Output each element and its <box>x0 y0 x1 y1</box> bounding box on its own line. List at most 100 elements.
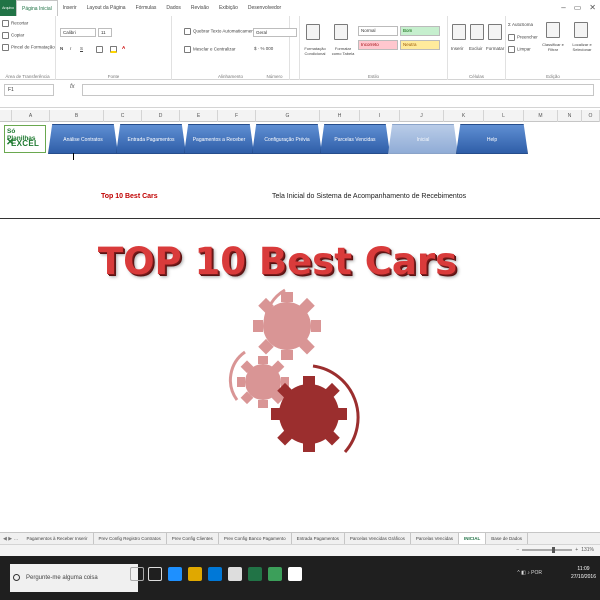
column-header[interactable]: C <box>104 110 142 122</box>
minimize-icon[interactable]: – <box>561 3 565 12</box>
tab-review[interactable]: Revisão <box>186 0 214 16</box>
edge-icon[interactable] <box>168 567 182 581</box>
file-explorer-icon[interactable] <box>188 567 202 581</box>
style-good[interactable]: Bom <box>400 26 440 36</box>
excel-taskbar-icon-2[interactable] <box>268 567 282 581</box>
column-header[interactable]: L <box>484 110 524 122</box>
cut-button[interactable]: Recortar <box>2 20 28 27</box>
style-neutral[interactable]: Neutra <box>400 40 440 50</box>
insert-cells-label[interactable]: Inserir <box>451 46 464 51</box>
sort-filter-icon[interactable] <box>546 22 560 38</box>
mic-icon[interactable] <box>130 567 144 581</box>
column-header[interactable]: G <box>256 110 320 122</box>
tab-home[interactable]: Página Inicial <box>16 0 58 16</box>
sheet-tab[interactable]: Parcelas Vencidas Gráficos <box>345 533 411 544</box>
formula-input[interactable] <box>82 84 594 96</box>
language-indicator[interactable]: POR <box>531 570 542 576</box>
insert-cells-icon[interactable] <box>452 24 466 40</box>
format-cells-icon[interactable] <box>488 24 502 40</box>
sort-filter-label[interactable]: Classificar e Filtrar <box>540 42 566 52</box>
zoom-knob[interactable] <box>552 547 556 553</box>
tab-developer[interactable]: Desenvolvedor <box>243 0 286 16</box>
underline-button[interactable]: S <box>80 46 83 51</box>
conditional-format-label[interactable]: Formatação Condicional <box>302 46 328 56</box>
zoom-out-icon[interactable]: − <box>516 547 519 553</box>
tab-formulas[interactable]: Fórmulas <box>131 0 162 16</box>
sheet-tab[interactable]: Entrada Pagamentos <box>292 533 345 544</box>
font-name-select[interactable]: Calibri <box>60 28 96 37</box>
column-header[interactable]: A <box>12 110 50 122</box>
name-box[interactable]: F1 <box>4 84 54 96</box>
sheet-tab-active[interactable]: INICIAL <box>458 533 487 544</box>
style-normal[interactable]: Normal <box>358 26 398 36</box>
app-taskbar-icon[interactable] <box>288 567 302 581</box>
chrome-icon[interactable] <box>228 567 242 581</box>
select-all-corner[interactable] <box>0 110 12 122</box>
tab-data[interactable]: Dados <box>161 0 185 16</box>
delete-cells-icon[interactable] <box>470 24 484 40</box>
task-view-icon[interactable] <box>148 567 162 581</box>
column-header[interactable]: M <box>524 110 558 122</box>
conditional-format-icon[interactable] <box>306 24 320 40</box>
tab-page-layout[interactable]: Layout da Página <box>82 0 131 16</box>
column-header[interactable]: J <box>400 110 444 122</box>
delete-cells-label[interactable]: Excluir <box>469 46 483 51</box>
format-painter-button[interactable]: Pincel de Formatação <box>2 44 55 51</box>
nav-button-configuracao-previa[interactable]: Configuração Prévia <box>252 124 322 154</box>
format-cells-label[interactable]: Formatar <box>486 46 504 51</box>
column-header[interactable]: D <box>142 110 180 122</box>
borders-button[interactable] <box>96 46 105 53</box>
column-header[interactable]: F <box>218 110 256 122</box>
zoom-in-icon[interactable]: + <box>575 547 578 553</box>
sheet-tab[interactable]: Base de Dados <box>486 533 528 544</box>
merge-center-button[interactable]: Mesclar e Centralizar <box>184 46 236 53</box>
tab-view[interactable]: Exibição <box>214 0 243 16</box>
italic-button[interactable]: I <box>70 46 71 51</box>
style-bad[interactable]: Incorreto <box>358 40 398 50</box>
sheet-nav-arrows-icon[interactable]: ◀ ▶ … <box>0 536 21 542</box>
system-tray[interactable]: ^ ◧ ♪ POR <box>517 570 542 576</box>
nav-button-inicial[interactable]: Inicial <box>388 124 458 154</box>
format-as-table-icon[interactable] <box>334 24 348 40</box>
bold-button[interactable]: N <box>60 46 63 51</box>
column-header[interactable]: E <box>180 110 218 122</box>
column-header[interactable]: B <box>50 110 104 122</box>
column-header[interactable]: N <box>558 110 582 122</box>
sheet-tab[interactable]: Prev Config Clientes <box>167 533 219 544</box>
find-select-label[interactable]: Localizar e Selecionar <box>568 42 596 52</box>
clear-button[interactable]: Limpar <box>508 46 531 53</box>
number-format-select[interactable]: Geral <box>253 28 297 37</box>
column-header[interactable]: O <box>582 110 600 122</box>
font-color-button[interactable]: A <box>122 45 125 50</box>
excel-taskbar-icon[interactable] <box>248 567 262 581</box>
fill-button[interactable]: Preencher <box>508 34 538 41</box>
currency-button[interactable]: $ · % 000 <box>254 46 273 51</box>
font-size-select[interactable]: 11 <box>98 28 112 37</box>
sheet-tab[interactable]: Prev Config Registro Contratos <box>94 533 167 544</box>
tab-insert[interactable]: Inserir <box>58 0 82 16</box>
zoom-level[interactable]: 131% <box>581 547 594 553</box>
taskbar-clock[interactable]: 11:09 27/10/2016 <box>571 565 596 581</box>
close-icon[interactable]: ✕ <box>589 3 596 12</box>
worksheet[interactable]: Só Planilhas ✕ EXCEL Análise Contratos E… <box>0 122 600 532</box>
taskbar-search[interactable]: Pergunte-me alguma coisa <box>10 564 138 592</box>
tab-file[interactable]: Arquivo <box>0 0 16 16</box>
restore-icon[interactable]: ▭ <box>574 3 582 12</box>
sheet-tab[interactable]: Pagamentos à Receber Inserir <box>21 533 94 544</box>
fx-icon[interactable]: fx <box>70 84 75 90</box>
nav-button-entrada-pagamentos[interactable]: Entrada Pagamentos <box>116 124 186 154</box>
zoom-control[interactable]: − + 131% <box>516 547 594 553</box>
format-as-table-label[interactable]: Formatar como Tabela <box>330 46 356 56</box>
sheet-tab[interactable]: Prev Config Banco Pagamento <box>219 533 292 544</box>
nav-button-help[interactable]: Help <box>456 124 528 154</box>
nav-button-parcelas-vencidas[interactable]: Parcelas Vencidas <box>320 124 390 154</box>
sheet-tab[interactable]: Parcelas Vencidas <box>411 533 459 544</box>
store-icon[interactable] <box>208 567 222 581</box>
column-header[interactable]: K <box>444 110 484 122</box>
nav-button-pagamentos-receber[interactable]: Pagamentos a Receber <box>184 124 254 154</box>
autosum-button[interactable]: Σ AutoSoma <box>508 22 533 27</box>
column-header[interactable]: H <box>320 110 360 122</box>
fill-color-button[interactable] <box>110 46 119 53</box>
column-header[interactable]: I <box>360 110 400 122</box>
zoom-slider[interactable] <box>522 547 573 553</box>
